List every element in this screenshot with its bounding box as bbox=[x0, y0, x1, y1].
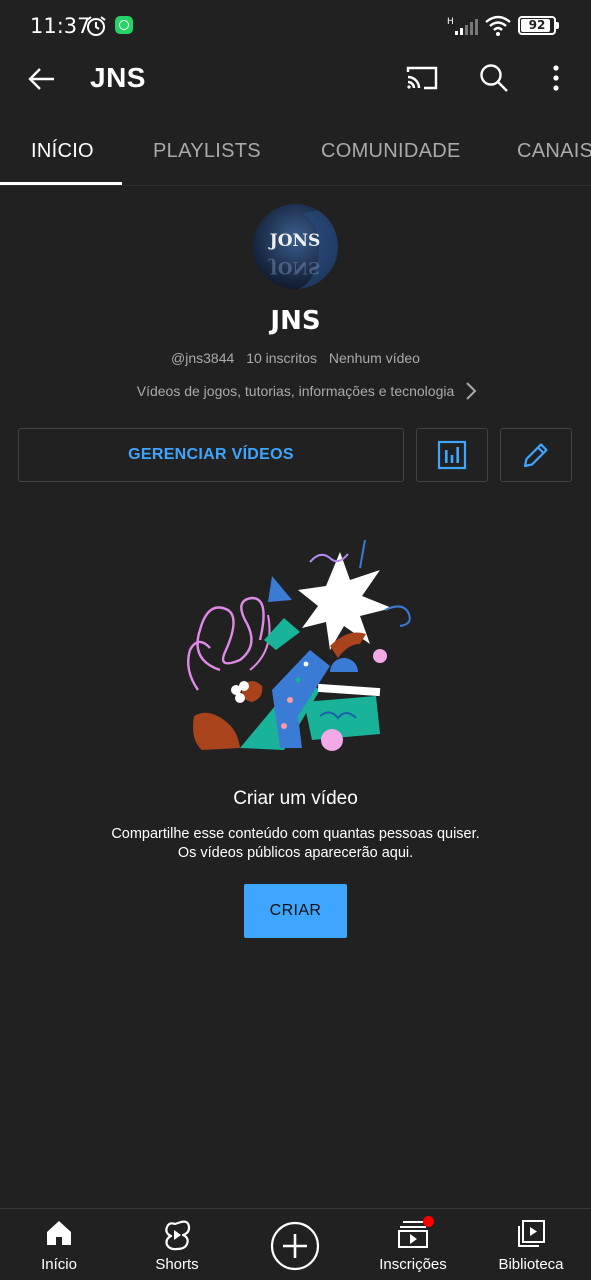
alarm-icon bbox=[86, 16, 106, 36]
edit-pencil-icon bbox=[523, 443, 548, 468]
search-icon[interactable] bbox=[478, 62, 510, 94]
subscriber-count: 10 inscritos bbox=[246, 350, 317, 366]
avatar-text: JONS bbox=[268, 231, 321, 251]
channel-description-text: Vídeos de jogos, tutorias, informações e… bbox=[136, 383, 455, 399]
app-bar: JNS bbox=[0, 52, 591, 108]
avatar-text-reflection: JONS bbox=[268, 257, 321, 277]
empty-state-description: Compartilhe esse conteúdo com quantas pe… bbox=[0, 825, 591, 863]
video-count: Nenhum vídeo bbox=[328, 350, 420, 366]
shorts-icon bbox=[165, 1220, 191, 1251]
battery-level: 92 bbox=[528, 18, 546, 32]
status-bar: 11:37 H 92 bbox=[0, 0, 591, 52]
create-plus-icon bbox=[270, 1221, 320, 1271]
nav-shorts-label: Shorts bbox=[155, 1256, 199, 1273]
nav-home-label: Início bbox=[41, 1256, 77, 1273]
more-vert-icon[interactable] bbox=[546, 64, 566, 92]
chevron-right-icon[interactable] bbox=[464, 380, 478, 402]
channel-meta: @jns3844 10 inscritos Nenhum vídeo bbox=[0, 350, 591, 366]
channel-title: JNS bbox=[90, 62, 146, 93]
nav-home[interactable]: Início bbox=[0, 1209, 118, 1280]
tab-indicator bbox=[0, 182, 122, 185]
channel-avatar[interactable]: JONS JONS bbox=[253, 204, 338, 289]
channel-description[interactable]: Vídeos de jogos, tutorias, informações e… bbox=[0, 383, 591, 399]
battery-icon: 92 bbox=[518, 16, 559, 35]
wifi-icon bbox=[485, 15, 511, 36]
nav-library[interactable]: Biblioteca bbox=[472, 1209, 590, 1280]
empty-state-line-1: Compartilhe esse conteúdo com quantas pe… bbox=[111, 826, 480, 842]
channel-name: JNS bbox=[270, 306, 321, 336]
analytics-button[interactable] bbox=[416, 428, 488, 482]
channel-tabs: INÍCIO PLAYLISTS COMUNIDADE CANAIS bbox=[0, 118, 591, 186]
notification-dot bbox=[423, 1216, 434, 1227]
back-arrow-icon[interactable] bbox=[26, 64, 58, 94]
tab-canais[interactable]: CANAIS bbox=[517, 140, 591, 163]
edit-channel-button[interactable] bbox=[500, 428, 572, 482]
analytics-icon bbox=[437, 440, 467, 470]
signal-icon: H bbox=[447, 17, 478, 35]
tab-inicio[interactable]: INÍCIO bbox=[31, 140, 94, 163]
cast-icon[interactable] bbox=[405, 64, 439, 92]
nav-library-label: Biblioteca bbox=[498, 1256, 564, 1273]
nav-subscriptions[interactable]: Inscrições bbox=[354, 1209, 472, 1280]
tab-comunidade[interactable]: COMUNIDADE bbox=[321, 140, 461, 163]
nav-subscriptions-label: Inscrições bbox=[379, 1256, 447, 1273]
nav-shorts[interactable]: Shorts bbox=[118, 1209, 236, 1280]
manage-videos-label: GERENCIAR VÍDEOS bbox=[128, 446, 294, 463]
empty-state-line-2: Os vídeos públicos aparecerão aqui. bbox=[177, 845, 414, 861]
create-video-illustration bbox=[187, 540, 411, 751]
home-icon bbox=[47, 1221, 71, 1245]
nav-create[interactable] bbox=[236, 1209, 354, 1280]
channel-handle: @jns3844 bbox=[171, 350, 235, 366]
network-type: H bbox=[447, 17, 454, 27]
status-time: 11:37 bbox=[30, 14, 91, 38]
whatsapp-icon bbox=[115, 16, 133, 34]
create-button[interactable]: CRIAR bbox=[244, 884, 347, 938]
empty-state-title: Criar um vídeo bbox=[233, 788, 358, 809]
bottom-navigation: Início Shorts Inscrições Biblioteca bbox=[0, 1208, 591, 1280]
tab-playlists[interactable]: PLAYLISTS bbox=[153, 140, 261, 163]
create-button-label: CRIAR bbox=[269, 902, 322, 919]
library-icon bbox=[518, 1220, 545, 1247]
manage-videos-button[interactable]: GERENCIAR VÍDEOS bbox=[18, 428, 404, 482]
